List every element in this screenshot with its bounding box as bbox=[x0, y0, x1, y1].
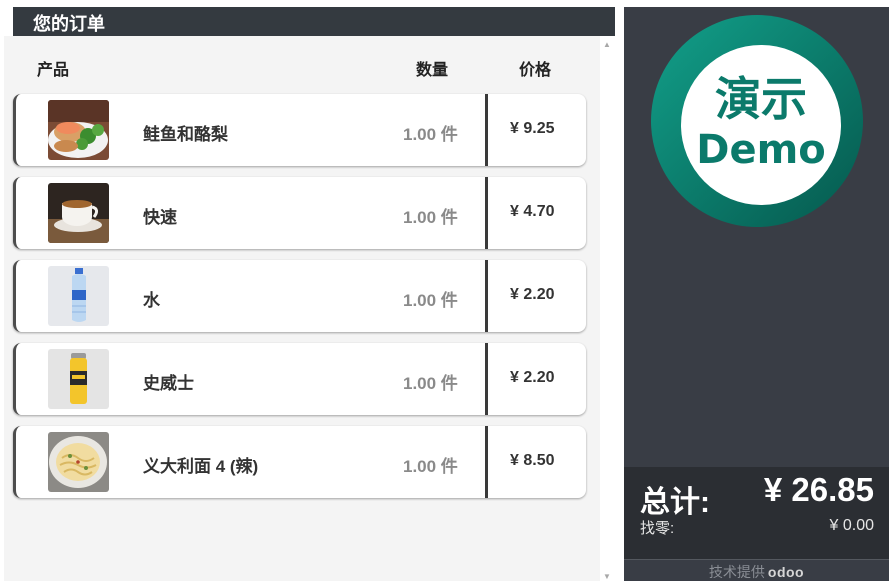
product-price: ¥ 8.50 bbox=[510, 452, 555, 469]
row-divider bbox=[485, 343, 488, 415]
product-name: 史威士 bbox=[143, 374, 194, 393]
customer-display-panel: 演示 Demo 总计: ¥ 26.85 找零: ¥ 0.00 技术提供 odoo bbox=[624, 7, 889, 581]
product-name: 快速 bbox=[143, 208, 177, 227]
row-divider bbox=[485, 177, 488, 249]
column-header-quantity: 数量 bbox=[416, 62, 449, 79]
product-quantity: 1.00 件 bbox=[403, 374, 458, 393]
product-image-pasta-bowl bbox=[48, 432, 109, 492]
column-header-product: 产品 bbox=[37, 62, 70, 79]
product-image-water-bottle bbox=[48, 266, 109, 326]
order-title: 您的订单 bbox=[13, 7, 615, 36]
scroll-up-icon[interactable]: ▲ bbox=[603, 40, 611, 49]
product-price: ¥ 2.20 bbox=[510, 286, 555, 303]
column-header-price: 价格 bbox=[519, 62, 552, 79]
product-price: ¥ 9.25 bbox=[510, 120, 555, 137]
product-quantity: 1.00 件 bbox=[403, 208, 458, 227]
order-line[interactable]: 鲑鱼和酪梨 1.00 件 ¥ 9.25 bbox=[13, 94, 586, 166]
total-value: ¥ 26.85 bbox=[763, 471, 874, 508]
order-lines: 鲑鱼和酪梨 1.00 件 ¥ 9.25 快速 1.00 件 ¥ 4.70 水 1… bbox=[13, 94, 586, 509]
product-name: 义大利面 4 (辣) bbox=[143, 457, 259, 476]
product-name: 水 bbox=[143, 291, 160, 310]
scroll-down-icon[interactable]: ▼ bbox=[603, 572, 611, 581]
order-line[interactable]: 水 1.00 件 ¥ 2.20 bbox=[13, 260, 586, 332]
order-line[interactable]: 快速 1.00 件 ¥ 4.70 bbox=[13, 177, 586, 249]
product-image-coffee-cup bbox=[48, 183, 109, 243]
row-divider bbox=[485, 426, 488, 498]
total-label: 总计: bbox=[640, 486, 710, 519]
order-line[interactable]: 义大利面 4 (辣) 1.00 件 ¥ 8.50 bbox=[13, 426, 586, 498]
product-image-salmon-avocado-toast bbox=[48, 100, 109, 160]
order-line[interactable]: 史威士 1.00 件 ¥ 2.20 bbox=[13, 343, 586, 415]
powered-by-footer: 技术提供 odoo bbox=[624, 559, 889, 581]
totals-section: 总计: ¥ 26.85 找零: ¥ 0.00 bbox=[624, 467, 889, 559]
order-panel: 您的订单 ▲ ▼ 产品 数量 价格 鲑鱼和酪梨 1.00 件 ¥ 9.25 快速… bbox=[0, 0, 622, 581]
logo-text-line2: Demo bbox=[696, 127, 826, 173]
product-image-soda-can bbox=[48, 349, 109, 409]
product-price: ¥ 2.20 bbox=[510, 369, 555, 386]
row-divider bbox=[485, 260, 488, 332]
product-quantity: 1.00 件 bbox=[403, 457, 458, 476]
change-label: 找零: bbox=[640, 520, 675, 537]
company-logo: 演示 Demo bbox=[651, 15, 863, 227]
product-price: ¥ 4.70 bbox=[510, 203, 555, 220]
odoo-brand: odoo bbox=[767, 564, 805, 580]
product-quantity: 1.00 件 bbox=[403, 125, 458, 144]
product-quantity: 1.00 件 bbox=[403, 291, 458, 310]
product-name: 鲑鱼和酪梨 bbox=[143, 125, 228, 144]
logo-text-line1: 演示 bbox=[715, 72, 807, 126]
row-divider bbox=[485, 94, 488, 166]
order-scrollbar[interactable]: ▲ ▼ bbox=[600, 36, 615, 581]
powered-by-text: 技术提供 bbox=[708, 564, 765, 580]
change-value: ¥ 0.00 bbox=[829, 517, 874, 534]
